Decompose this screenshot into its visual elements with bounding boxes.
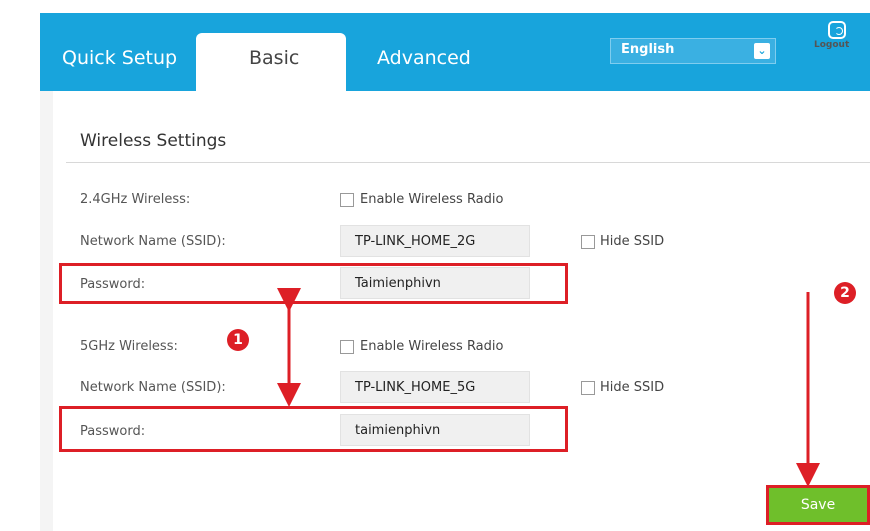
save-button[interactable]: Save [766,485,870,525]
annotation-arrows [277,288,820,487]
